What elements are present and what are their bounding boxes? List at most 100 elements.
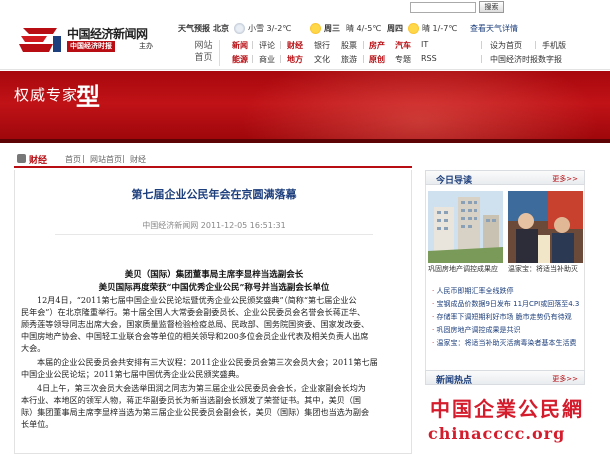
- article-paragraph: 4日上午，第三次会员大会选举田润之同志为第三届企业公民委员会会长，企业家副会长均…: [21, 382, 407, 430]
- breadcrumb-separator: |: [82, 154, 85, 163]
- site-home-link[interactable]: 网站 首页: [188, 40, 220, 66]
- search-button[interactable]: 搜索: [479, 1, 504, 13]
- nav-realestate[interactable]: 房产: [369, 40, 385, 51]
- site-logo[interactable]: 中国经济新闻网 中国经济时报 主办: [15, 22, 175, 62]
- weather-bar: 天气预报 北京 小雪 3/-2℃ 周三 晴 4/-5℃ 周四 晴 1/-7℃ 查…: [178, 23, 610, 35]
- nav-divider: |: [279, 40, 282, 49]
- weather-city: 北京: [213, 24, 229, 33]
- breadcrumb-section[interactable]: 财经: [130, 154, 146, 165]
- article-line: 中国房地产协会、中国轻工业联合会等单位的相关领导和200多位会员企业代表及相关负…: [21, 331, 369, 341]
- nav-divider: |: [480, 40, 483, 49]
- logo-mark-icon: [19, 28, 61, 52]
- nav-finance[interactable]: 财经: [287, 40, 303, 51]
- list-item[interactable]: 人民币即期汇率全线跌停: [432, 285, 584, 298]
- logo-tag: 中国经济时报: [67, 41, 115, 52]
- nav-original[interactable]: 原创: [369, 54, 385, 65]
- article-line: 大会。: [21, 343, 46, 353]
- hot-header: 新闻热点 更多>>: [425, 370, 585, 386]
- today-caption-2[interactable]: 温家宝：将适当补助灭: [508, 264, 586, 274]
- article-line: 民年会”）在北京隆重举行。第十届全国人大常委会副委员长、企业公民委员会名誉会长蒋…: [21, 307, 366, 317]
- article-line: 顾秀莲等领导同志出席大会，国家质量监督检验检疫总局、民政部、国务院国资委、国家发…: [21, 319, 370, 329]
- weather-day2: 晴 4/-5℃: [346, 24, 382, 33]
- today-thumb-1[interactable]: [428, 191, 503, 263]
- today-more-link[interactable]: 更多>>: [552, 174, 578, 184]
- nav-comment[interactable]: 评论: [259, 40, 275, 51]
- weather-day1: 小雪 3/-2℃: [248, 24, 292, 33]
- article-line: 4日上午，第三次会员大会选举田润之同志为第三届企业公民委员会会长，企业家副会长均…: [37, 383, 366, 393]
- article-line: 中国企业公民论坛；2011第七届中国优秀企业公民颁奖盛典。: [21, 369, 244, 379]
- nav-stock[interactable]: 股票: [341, 40, 357, 51]
- article-subtitle-1: 美贝（国际）集团董事局主席李显梓当选副会长: [124, 270, 304, 280]
- article-meta: 中国经济新闻网 2011-12-05 16:51:31: [142, 221, 286, 230]
- article-paragraph: 12月4日，“2011第七届中国企业公民论坛暨优秀企业公民颁奖盛典”（简称“第七…: [21, 294, 407, 354]
- sun-icon: [310, 23, 321, 34]
- nav-divider: |: [251, 40, 254, 49]
- nav-divider: |: [362, 40, 365, 49]
- weather-more-link[interactable]: 查看天气详情: [470, 23, 518, 34]
- site-watermark: 中国企業公民網 chinacccc.org: [428, 391, 610, 454]
- weather-day3-label: 周四: [387, 24, 403, 33]
- channel-icon: [17, 154, 26, 163]
- search-input[interactable]: [410, 2, 476, 13]
- article: 第七届企业公民年会在京圆满落幕 中国经济新闻网 2011-12-05 16:51…: [14, 170, 412, 454]
- hot-title: 新闻热点: [436, 376, 473, 386]
- article-subtitle-2: 美贝国际再度荣获“中国优秀企业公民”称号并当选副会长单位: [98, 283, 330, 293]
- site-header: 中国经济新闻网 中国经济时报 主办 天气预报 北京 小雪 3/-2℃ 周三 晴 …: [0, 14, 610, 70]
- building-photo-icon: [428, 191, 503, 263]
- article-line: 本届的企业公民委员会共安排有三大议程：2011企业公民委员会第三次会员大会；20…: [37, 357, 378, 367]
- weather-day2-label: 周三: [324, 24, 340, 33]
- nav-local[interactable]: 地方: [287, 54, 303, 65]
- nav-commerce[interactable]: 商业: [259, 54, 275, 65]
- article-line: 长单位。: [21, 419, 54, 429]
- banner-strip: [0, 139, 610, 143]
- list-item[interactable]: 存储率下调短期利好市场 脆市走势仍有待观: [432, 311, 584, 324]
- breadcrumb-channel[interactable]: 财经: [29, 153, 47, 166]
- nav-news[interactable]: 新闻: [232, 40, 248, 51]
- breadcrumb-separator: |: [122, 154, 125, 163]
- site-home-label-2: 首页: [194, 53, 213, 63]
- weather-day3: 晴 1/-7℃: [422, 24, 458, 33]
- top-strip: 搜索: [0, 0, 610, 14]
- breadcrumb: 财经 首页 | 网站首页 | 财经: [14, 153, 414, 166]
- sun-icon: [408, 23, 419, 34]
- list-item[interactable]: 宝钢成品价数据9日发布 11月CPI或回落至4.3: [432, 298, 584, 311]
- article-line: 际）集团董事局主席李显梓当选为第三届企业公民委员会副会长，美贝（国际）集团也当选…: [21, 407, 370, 417]
- watermark-url: chinacccc.org: [428, 424, 566, 443]
- nav-it[interactable]: IT: [421, 40, 428, 49]
- digital-paper-link[interactable]: 中国经济时报数字报: [490, 54, 562, 65]
- today-thumb-2[interactable]: [508, 191, 583, 263]
- today-caption-1[interactable]: 巩固房地产调控成果应: [428, 264, 506, 274]
- breadcrumb-home[interactable]: 首页: [65, 154, 81, 165]
- logo-tag-suffix: 主办: [139, 42, 153, 50]
- nav-culture[interactable]: 文化: [314, 54, 330, 65]
- today-list: 人民币即期汇率全线跌停 宝钢成品价数据9日发布 11月CPI或回落至4.3 存储…: [432, 285, 584, 350]
- article-divider: [55, 234, 373, 235]
- banner-glow: [210, 71, 610, 143]
- nav-divider: |: [279, 54, 282, 63]
- nav-divider: |: [362, 54, 365, 63]
- list-item[interactable]: 巩固房地产调控成果是共识: [432, 324, 584, 337]
- nav-travel[interactable]: 旅游: [341, 54, 357, 65]
- weather-label: 天气预报: [178, 24, 210, 33]
- nav-auto[interactable]: 汽车: [395, 40, 411, 51]
- breadcrumb-rule: [14, 166, 412, 168]
- article-title: 第七届企业公民年会在京圆满落幕: [131, 188, 297, 201]
- nav-bank[interactable]: 银行: [314, 40, 330, 51]
- logo-title: 中国经济新闻网: [67, 27, 148, 41]
- today-header: 今日导读 更多>>: [425, 170, 585, 186]
- list-item[interactable]: 温家宝：将适当补助灭活病毒染者基本生活费: [432, 337, 584, 350]
- breadcrumb-site[interactable]: 网站首页: [90, 154, 122, 165]
- nav-energy[interactable]: 能源: [232, 54, 248, 65]
- nav-topics[interactable]: 专题: [395, 54, 411, 65]
- site-home-label-1: 网站: [194, 41, 213, 51]
- set-homepage-link[interactable]: 设为首页: [490, 40, 522, 51]
- mobile-link[interactable]: 手机版: [542, 40, 566, 51]
- nav-rss[interactable]: RSS: [421, 54, 437, 63]
- article-line: 12月4日，“2011第七届中国企业公民论坛暨优秀企业公民颁奖盛典”（简称“第七…: [37, 295, 357, 305]
- banner-title-big: 型: [76, 83, 100, 111]
- nav-divider: |: [534, 40, 537, 49]
- hot-more-link[interactable]: 更多>>: [552, 374, 578, 384]
- article-line: 本行业、本地区的领军人物，蒋正华副委员长为新当选副会长颁发了荣誉证书。其中，美贝…: [21, 395, 361, 405]
- promo-banner[interactable]: 权威专家 型: [0, 71, 610, 143]
- nav-divider: |: [480, 54, 483, 63]
